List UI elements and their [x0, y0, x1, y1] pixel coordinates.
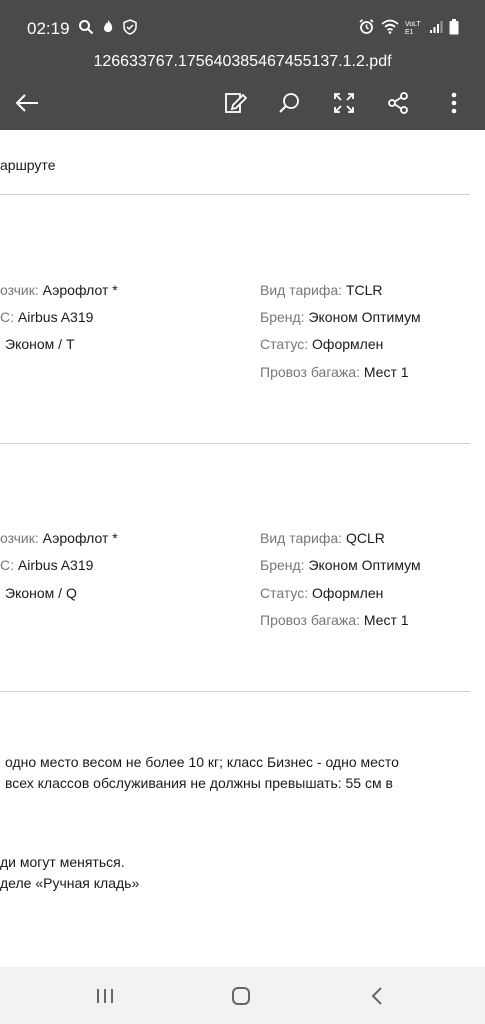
status-row: Статус: Оформлен	[260, 336, 383, 352]
status-row: Статус: Оформлен	[260, 585, 383, 601]
recent-apps-button[interactable]	[85, 981, 125, 1011]
aircraft-row: С: Airbus A319	[0, 557, 93, 573]
volte-label: VoLTE1	[405, 21, 421, 36]
brand-value: Эконом Оптимум	[308, 309, 421, 325]
aircraft-value: Airbus A319	[17, 309, 94, 325]
aircraft-row: С: Airbus A319	[0, 309, 93, 325]
baggage-row: Провоз багажа: Мест 1	[260, 612, 409, 628]
more-vert-icon	[451, 92, 457, 114]
fare-label: Вид тарифа:	[260, 282, 343, 298]
pdf-document-page[interactable]: аршруте озчик: Аэрофлот * С: Airbus A319…	[0, 130, 485, 967]
status-bar: 02:19 VoLTE1 126633767.17564038546745513…	[0, 0, 485, 70]
brand-label: Бренд:	[260, 557, 305, 573]
brand-value: Эконом Оптимум	[308, 557, 421, 573]
system-navigation-bar	[0, 967, 485, 1024]
fullscreen-icon	[334, 93, 354, 113]
baggage-value: Мест 1	[363, 364, 409, 380]
wifi-icon	[381, 19, 399, 39]
divider	[0, 443, 470, 444]
battery-icon	[449, 18, 459, 40]
divider	[0, 194, 470, 195]
baggage-value: Мест 1	[363, 612, 409, 628]
recent-apps-icon	[97, 989, 113, 1003]
carrier-label: озчик:	[0, 530, 39, 546]
note-line-2: деле «Ручная кладь»	[0, 875, 140, 891]
brand-row: Бренд: Эконом Оптимум	[260, 309, 421, 325]
baggage-label: Провоз багажа:	[260, 612, 360, 628]
divider	[0, 691, 470, 692]
baggage-row: Провоз багажа: Мест 1	[260, 364, 409, 380]
fullscreen-button[interactable]	[327, 86, 361, 120]
carrier-label: озчик:	[0, 282, 39, 298]
aircraft-label: С:	[0, 557, 14, 573]
search-status-icon	[78, 19, 94, 40]
fare-row: Вид тарифа: TCLR	[260, 282, 383, 298]
fare-value: TCLR	[345, 282, 383, 298]
carrier-value: Аэрофлот *	[42, 282, 118, 298]
carrier-value: Аэрофлот *	[42, 530, 118, 546]
viewer-toolbar	[0, 80, 485, 126]
more-options-button[interactable]	[437, 86, 471, 120]
status-label: Статус:	[260, 336, 309, 352]
shield-status-icon	[122, 18, 138, 40]
home-icon	[232, 987, 250, 1005]
class-value: Эконом / T	[5, 336, 75, 352]
fare-row: Вид тарифа: QCLR	[260, 530, 385, 546]
back-icon	[371, 987, 382, 1005]
carrier-row: озчик: Аэрофлот *	[0, 530, 118, 546]
baggage-rules-line-1: одно место весом не более 10 кг; класс Б…	[5, 754, 399, 770]
status-value: Оформлен	[312, 585, 384, 601]
signal-icon	[429, 20, 443, 39]
home-button[interactable]	[221, 981, 261, 1011]
aircraft-label: С:	[0, 309, 14, 325]
status-time: 02:19	[27, 19, 70, 38]
status-icons-left	[78, 18, 138, 40]
status-icons-right: VoLTE1	[358, 18, 459, 40]
nav-back-button[interactable]	[357, 981, 397, 1011]
status-value: Оформлен	[312, 336, 384, 352]
brand-label: Бренд:	[260, 309, 305, 325]
share-button[interactable]	[381, 86, 415, 120]
note-line-1: ди могут меняться.	[0, 854, 125, 870]
share-icon	[388, 92, 408, 114]
aircraft-value: Airbus A319	[17, 557, 94, 573]
alarm-icon	[358, 18, 375, 40]
back-button[interactable]	[10, 86, 44, 120]
status-label: Статус:	[260, 585, 309, 601]
brand-row: Бренд: Эконом Оптимум	[260, 557, 421, 573]
route-heading-fragment: аршруте	[0, 157, 56, 173]
search-button[interactable]	[272, 86, 306, 120]
edit-pen-icon	[225, 93, 247, 113]
search-icon	[279, 93, 299, 113]
baggage-rules-line-2: всех классов обслуживания не должны прев…	[5, 775, 393, 791]
baggage-label: Провоз багажа:	[260, 364, 360, 380]
carrier-row: озчик: Аэрофлот *	[0, 282, 118, 298]
class-value: Эконом / Q	[5, 585, 77, 601]
file-name-title: 126633767.175640385467455137.1.2.pdf	[93, 53, 392, 70]
app-header: 02:19 VoLTE1 126633767.17564038546745513…	[0, 0, 485, 130]
back-arrow-icon	[15, 94, 38, 112]
flame-status-icon	[100, 19, 116, 40]
fare-value: QCLR	[345, 530, 385, 546]
edit-button[interactable]	[218, 86, 252, 120]
fare-label: Вид тарифа:	[260, 530, 343, 546]
